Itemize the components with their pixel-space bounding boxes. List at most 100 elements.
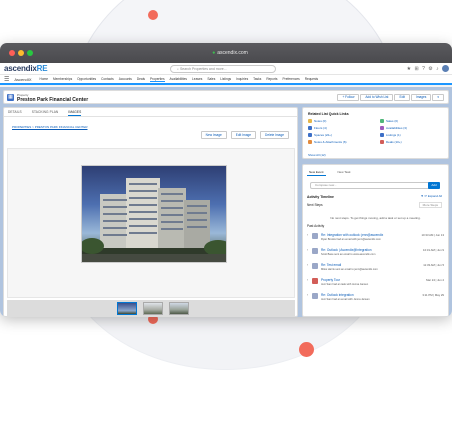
- nav-item-sales[interactable]: Sales: [207, 77, 215, 81]
- chevron-right-icon[interactable]: ›: [307, 293, 308, 297]
- nav-item-home[interactable]: Home: [40, 77, 49, 81]
- compose-input[interactable]: Compose new...: [310, 182, 438, 189]
- image-viewer: [7, 148, 295, 298]
- expand-all-link[interactable]: Expand All: [428, 194, 442, 198]
- delete-image-button[interactable]: Delete Image: [260, 131, 289, 139]
- activity-subtitle: Ryan Brooks had an email with jenn@ascen…: [321, 238, 381, 241]
- activity-title[interactable]: Re: Integration with outlook: jenn@ascen…: [321, 233, 383, 237]
- activity-item[interactable]: › Re: Test email Miles Harris sent an em…: [307, 263, 444, 277]
- logo-accent: RE: [36, 64, 48, 73]
- nav-item-memberships[interactable]: Memberships: [53, 77, 72, 81]
- edit-image-button[interactable]: Edit Image: [230, 131, 257, 139]
- avatar[interactable]: [442, 65, 449, 72]
- availabilities-icon: [380, 126, 384, 130]
- browser-window: ● ascendix.com ascendixRE ⌕ Search Proper…: [0, 43, 452, 317]
- address-text: ascendix.com: [217, 50, 248, 56]
- activity-item[interactable]: › Property Tour Jeni Sam had an task wit…: [307, 278, 444, 292]
- tab-new-event[interactable]: New Event: [307, 169, 326, 176]
- nav-item-availabilities[interactable]: Availabilities: [170, 77, 187, 81]
- quick-links-title: Related List Quick Links: [308, 112, 349, 116]
- more-actions-chevron-down-icon[interactable]: ▾: [432, 94, 444, 101]
- images-button[interactable]: Images: [410, 94, 432, 101]
- nav-item-reports[interactable]: Reports: [266, 77, 277, 81]
- quick-link-spaces[interactable]: Spaces (22+): [308, 133, 376, 137]
- maximize-window-button[interactable]: [27, 50, 33, 56]
- tab-stacking-plan[interactable]: STACKING PLAN: [32, 108, 59, 116]
- tab-new-task[interactable]: New Task: [336, 169, 353, 176]
- show-all-link[interactable]: Show All (12): [308, 153, 326, 157]
- add-icon[interactable]: ⊞: [414, 66, 419, 72]
- edit-button[interactable]: Edit: [394, 94, 410, 101]
- breadcrumb[interactable]: PROPERTIES > PRESTON PARK FINANCIAL CENT…: [12, 125, 88, 129]
- address-bar[interactable]: ● ascendix.com: [200, 48, 260, 58]
- nav-item-tasks[interactable]: Tasks: [253, 77, 261, 81]
- nav-item-leases[interactable]: Leases: [192, 77, 202, 81]
- chevron-right-icon[interactable]: ›: [307, 263, 308, 267]
- property-photo[interactable]: [81, 165, 227, 263]
- bell-icon[interactable]: ♪: [436, 66, 440, 72]
- nav-item-contacts[interactable]: Contacts: [101, 77, 114, 81]
- browser-titlebar: ● ascendix.com: [0, 43, 452, 63]
- global-search-input[interactable]: ⌕ Search Properties and more...: [170, 65, 276, 73]
- quick-link-notes-attachments[interactable]: Notes & Attachments (6): [308, 140, 376, 144]
- quick-link-label: Notes & Attachments (6): [314, 140, 347, 144]
- close-window-button[interactable]: [9, 50, 15, 56]
- activity-item[interactable]: › Re: Integration with outlook: jenn@asc…: [307, 233, 444, 247]
- activity-title[interactable]: Re: Outlook integration: [321, 293, 354, 297]
- nav-item-listings[interactable]: Listings: [220, 77, 231, 81]
- more-steps-button[interactable]: More Steps: [418, 202, 442, 208]
- thumbnail[interactable]: [117, 302, 137, 315]
- chevron-right-icon[interactable]: ›: [307, 278, 308, 282]
- floors-icon: [308, 126, 312, 130]
- building-icon: ▦: [7, 94, 14, 101]
- logo[interactable]: ascendixRE: [4, 64, 48, 73]
- quick-link-availabilities[interactable]: Availabilities (3): [380, 126, 448, 130]
- minimize-window-button[interactable]: [18, 50, 24, 56]
- filter-icon[interactable]: ▼ ⟳: [421, 194, 428, 198]
- quick-link-notes[interactable]: Notes (0): [308, 119, 376, 123]
- nav-item-opportunities[interactable]: Opportunities: [77, 77, 96, 81]
- follow-button[interactable]: + Follow: [337, 94, 360, 101]
- email-icon: [312, 263, 318, 269]
- quick-link-label: Floors (4): [314, 126, 327, 130]
- nav-item-deals[interactable]: Deals: [137, 77, 145, 81]
- quick-link-deals[interactable]: Deals (10+): [380, 140, 448, 144]
- nav-item-requests[interactable]: Requests: [305, 77, 318, 81]
- compose-button[interactable]: Add: [428, 182, 440, 189]
- thumbnail-strip: [7, 300, 295, 316]
- quick-link-floors[interactable]: Floors (4): [308, 126, 376, 130]
- nav-item-inquiries[interactable]: Inquiries: [236, 77, 248, 81]
- quick-link-label: Sales (0): [386, 119, 399, 123]
- nav-item-properties[interactable]: Properties: [150, 77, 165, 82]
- new-image-button[interactable]: New Image: [200, 131, 227, 139]
- tab-details[interactable]: DETAILS: [8, 108, 22, 116]
- activity-item[interactable]: › Re: Outlook integration Jeni Sam had a…: [307, 293, 444, 307]
- tab-images[interactable]: IMAGES: [68, 108, 82, 116]
- help-icon[interactable]: ?: [422, 66, 426, 72]
- gear-icon[interactable]: ⚙: [428, 66, 433, 72]
- nav-item-preferences[interactable]: Preferences: [283, 77, 300, 81]
- app-launcher-icon[interactable]: ☰: [4, 76, 9, 83]
- past-activity-heading: Past Activity: [307, 224, 325, 228]
- empty-next-steps-message: No next steps. To get things moving, add…: [330, 216, 421, 220]
- activity-subtitle: Jeni Sam had an task with Jenna Jansen: [321, 283, 369, 286]
- nav-item-accounts[interactable]: Accounts: [119, 77, 132, 81]
- quick-link-label: Notes (0): [314, 119, 327, 123]
- activity-date: 11:33 AM | Jun 5: [423, 263, 444, 267]
- thumbnail[interactable]: [143, 302, 163, 315]
- chevron-right-icon[interactable]: ›: [307, 248, 308, 252]
- thumbnail[interactable]: [169, 302, 189, 315]
- favorites-icon[interactable]: ★: [407, 66, 412, 72]
- activity-title[interactable]: Re: Outlook | Ascendix@Integration: [321, 248, 372, 252]
- add-to-wish-list-button[interactable]: Add to Wish List: [360, 94, 394, 101]
- chevron-right-icon[interactable]: ›: [307, 233, 308, 237]
- quick-link-listings[interactable]: Listings (1): [380, 133, 448, 137]
- quick-link-sales[interactable]: Sales (0): [380, 119, 448, 123]
- activity-subtitle: Scott Baxe sent an email to www.ascendix…: [321, 253, 376, 256]
- quick-link-label: Deals (10+): [386, 140, 402, 144]
- activity-title[interactable]: Re: Test email: [321, 263, 341, 267]
- activity-item[interactable]: › Re: Outlook | Ascendix@Integration Sco…: [307, 248, 444, 262]
- app-header: ascendixRE ⌕ Search Properties and more.…: [0, 63, 452, 75]
- header-icons: ★ ⊞ ? ⚙ ♪: [407, 65, 449, 72]
- activity-title[interactable]: Property Tour: [321, 278, 340, 282]
